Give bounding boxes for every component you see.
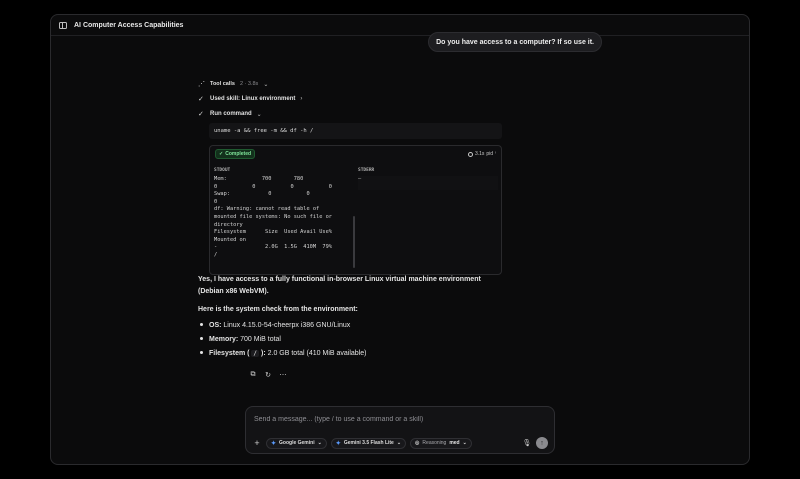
assistant-paragraph: Yes, I have access to a fully functional… bbox=[198, 276, 481, 295]
regenerate-icon[interactable]: ↻ bbox=[263, 370, 273, 380]
list-item: Filesystem ( / ): 2.0 GB total (410 MiB … bbox=[200, 350, 366, 357]
composer-controls: + ✦ Google Gemini ⌄ ✦ Gemini 3.5 Flash L… bbox=[252, 437, 548, 449]
stdout-line: df: Warning: cannot read table of bbox=[214, 206, 320, 213]
timing-value: 3.1s bbox=[474, 151, 485, 157]
stdout-line: mounted file systems: No such file or bbox=[214, 213, 332, 220]
gemini-icon: ✦ bbox=[271, 440, 277, 447]
status-text: Completed bbox=[225, 151, 252, 157]
message-input[interactable] bbox=[254, 413, 544, 425]
bullet-key: Memory: bbox=[209, 336, 239, 343]
reasoning-selector[interactable]: ◎ Reasoning med ⌄ bbox=[410, 437, 472, 449]
stdout-line: - 2.0G 1.5G 410M 79% bbox=[214, 244, 332, 251]
stdout-line: Mounted on bbox=[214, 236, 246, 243]
chevron-down-icon: ⌄ bbox=[462, 440, 467, 446]
tool-calls-meta: 2 · 3.8s bbox=[239, 81, 259, 87]
stderr-output: — bbox=[358, 176, 498, 190]
tool-calls-toggle[interactable]: ⋰ Tool calls 2 · 3.8s ⌄ bbox=[198, 80, 268, 88]
check-icon: ✓ bbox=[198, 111, 204, 118]
stdout-scrollbar[interactable] bbox=[353, 216, 355, 268]
stdout-line: directory bbox=[214, 221, 243, 228]
stdout-output[interactable]: Mem: 700 780 0 0 0 0 Swap: 0 0 0 df: War… bbox=[214, 176, 354, 274]
command-result-panel: ✓ Completed 3.1s pid ⁱ STDOUT STDERR Mem… bbox=[209, 145, 502, 275]
gemini-icon: ✦ bbox=[335, 440, 341, 447]
chevron-right-icon: › bbox=[300, 96, 303, 102]
skill-step[interactable]: ✓ Used skill: Linux environment › bbox=[198, 95, 302, 103]
chat-title: AI Computer Access Capabilities bbox=[74, 21, 184, 29]
bullet-dot bbox=[200, 336, 203, 340]
status-badge: ✓ Completed bbox=[215, 149, 256, 159]
stdout-label: STDOUT bbox=[214, 168, 231, 173]
chevron-down-icon: ⌄ bbox=[317, 440, 322, 446]
tool-calls-label: Tool calls bbox=[210, 81, 235, 87]
result-header: ✓ Completed 3.1s pid ⁱ bbox=[210, 146, 501, 162]
stdout-line: Mem: 700 780 bbox=[214, 176, 304, 182]
list-item: Memory: 700 MiB total bbox=[200, 336, 281, 343]
stdout-line: 0 bbox=[214, 198, 218, 205]
more-icon[interactable]: ⋯ bbox=[278, 370, 288, 380]
model-label: Gemini 3.5 Flash Lite bbox=[343, 440, 394, 446]
info-icon[interactable]: ⁱ bbox=[495, 151, 496, 157]
chevron-down-icon: ⌄ bbox=[396, 440, 402, 446]
stderr-label: STDERR bbox=[358, 168, 375, 173]
bullet-value: Linux 4.15.0-54-cheerpx i386 GNU/Linux bbox=[221, 322, 351, 329]
skill-step-label: Used skill: Linux environment bbox=[210, 96, 296, 102]
stdout-line: / bbox=[214, 251, 218, 258]
run-command-label: Run command bbox=[210, 111, 252, 117]
user-message-bubble: Do you have access to a computer? If so … bbox=[428, 32, 602, 52]
check-icon: ✓ bbox=[198, 96, 204, 103]
add-attachment-icon[interactable]: + bbox=[252, 438, 262, 448]
run-command-step[interactable]: ✓ Run command ⌄ bbox=[198, 110, 262, 118]
message-composer: + ✦ Google Gemini ⌄ ✦ Gemini 3.5 Flash L… bbox=[245, 406, 555, 454]
command-block: uname -a && free -m && df -h / bbox=[209, 123, 502, 139]
send-button[interactable]: ↑ bbox=[536, 437, 548, 449]
reasoning-value: med bbox=[449, 440, 460, 446]
message-actions: ⧉ ↻ ⋯ bbox=[248, 370, 288, 380]
provider-selector[interactable]: ✦ Google Gemini ⌄ bbox=[266, 437, 327, 449]
bullet-key: Filesystem ( bbox=[209, 350, 250, 357]
bullet-value: 2.0 GB total (410 MiB available) bbox=[265, 350, 367, 357]
chevron-down-icon: ⌄ bbox=[256, 111, 262, 118]
reasoning-label: Reasoning bbox=[422, 440, 447, 446]
provider-label: Google Gemini bbox=[279, 440, 315, 446]
chevron-down-icon: ⌄ bbox=[263, 81, 269, 88]
list-item: OS: Linux 4.15.0-54-cheerpx i386 GNU/Lin… bbox=[200, 322, 350, 329]
clock-icon bbox=[467, 151, 473, 157]
sidebar-toggle-icon[interactable] bbox=[59, 21, 67, 29]
stdout-line: 0 0 0 0 bbox=[214, 183, 332, 190]
microphone-icon[interactable]: 🎙 bbox=[522, 439, 532, 447]
model-selector[interactable]: ✦ Gemini 3.5 Flash Lite ⌄ bbox=[330, 437, 407, 449]
timing-info: 3.1s pid ⁱ bbox=[467, 151, 496, 157]
pid-label: pid bbox=[486, 151, 494, 157]
bullet-key: OS: bbox=[209, 322, 222, 329]
title-bar: AI Computer Access Capabilities bbox=[51, 15, 749, 36]
assistant-paragraph: Here is the system check from the enviro… bbox=[198, 306, 358, 313]
reasoning-icon: ◎ bbox=[415, 440, 420, 446]
bullet-dot bbox=[200, 350, 203, 354]
tool-calls-icon: ⋰ bbox=[198, 81, 205, 88]
stdout-line: Filesystem Size Used Avail Use% bbox=[214, 229, 332, 236]
bullet-dot bbox=[200, 322, 203, 326]
stdout-line: Swap: 0 0 bbox=[214, 191, 310, 198]
inline-code: / bbox=[251, 350, 260, 357]
copy-icon[interactable]: ⧉ bbox=[248, 370, 258, 380]
check-icon: ✓ bbox=[219, 151, 224, 157]
bullet-value: 700 MiB total bbox=[238, 336, 281, 343]
